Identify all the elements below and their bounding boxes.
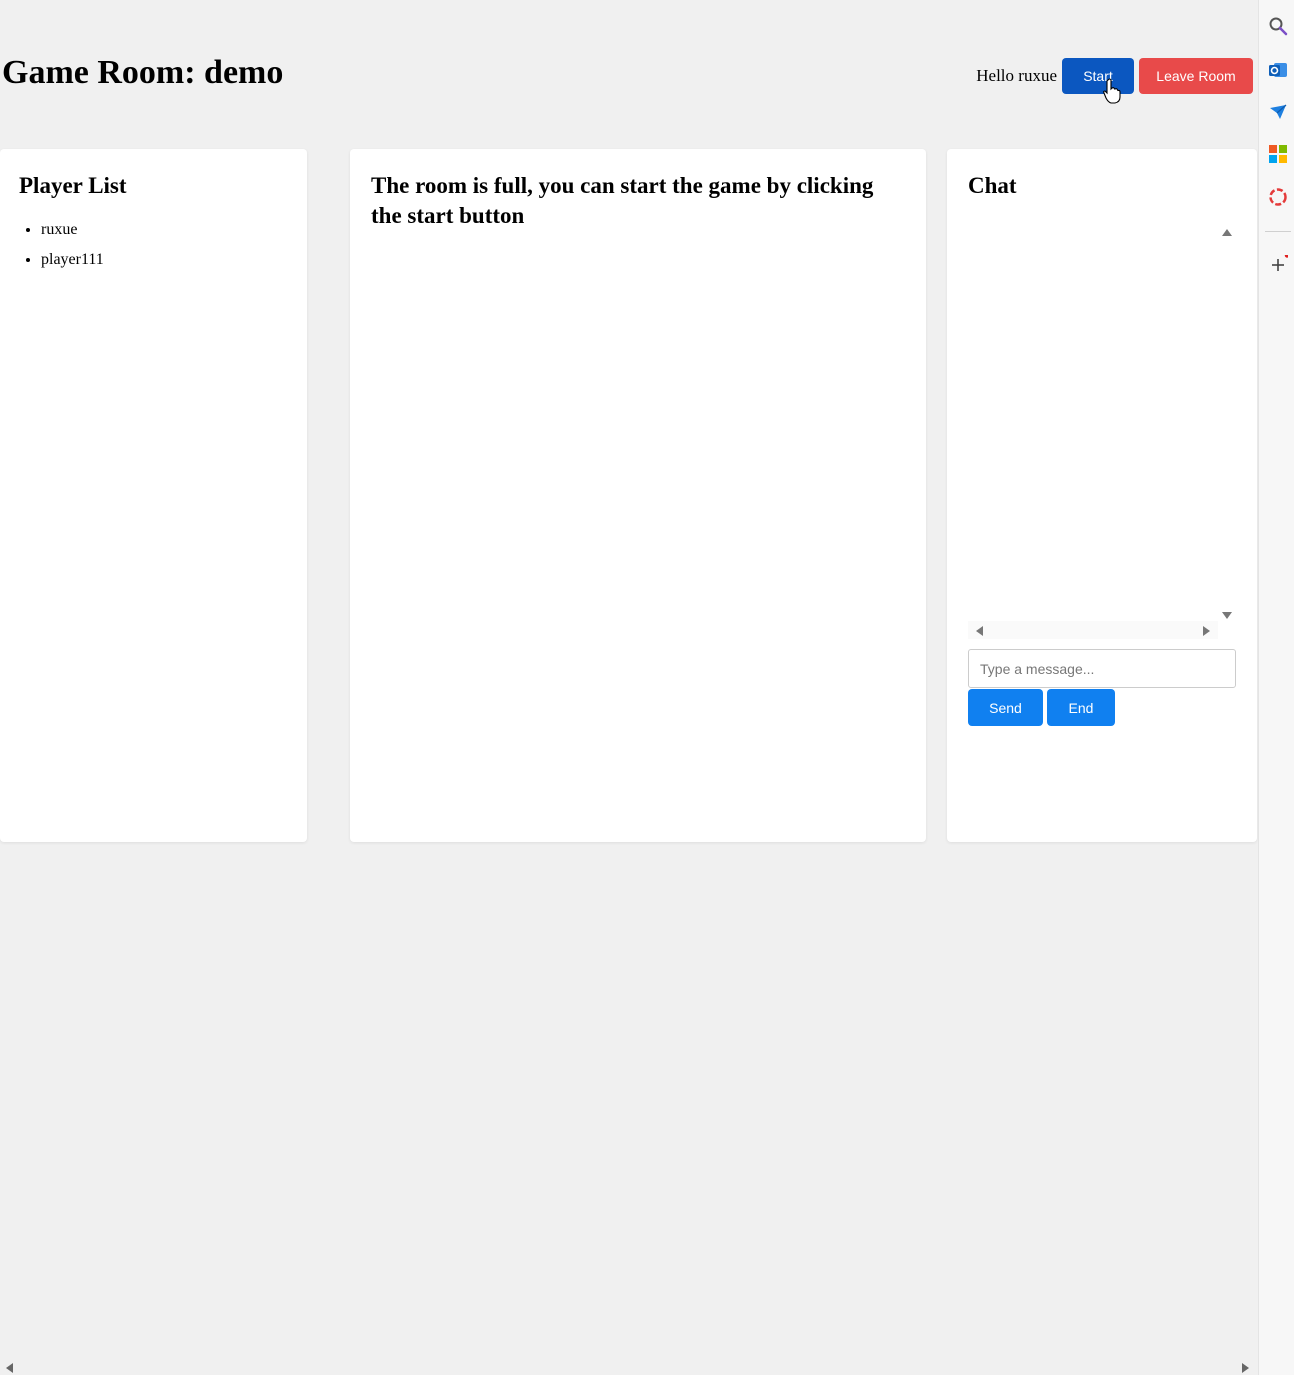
chat-horizontal-scrollbar[interactable] — [968, 621, 1218, 639]
chat-heading: Chat — [968, 173, 1017, 198]
player-list-panel: Player List ruxue player111 — [0, 149, 307, 842]
page-horizontal-scrollbar[interactable] — [0, 1359, 1257, 1375]
browser-sidebar — [1258, 0, 1294, 1375]
page-scroll-right-arrow-icon[interactable] — [1242, 1363, 1249, 1373]
end-button[interactable]: End — [1047, 689, 1115, 726]
chat-panel: Chat Send End — [947, 149, 1257, 842]
chat-messages-area[interactable] — [968, 225, 1236, 645]
circle-app-icon[interactable] — [1268, 187, 1288, 207]
scroll-right-arrow-icon[interactable] — [1203, 626, 1210, 636]
start-button[interactable]: Start — [1062, 58, 1134, 94]
scroll-down-arrow-icon[interactable] — [1222, 612, 1232, 619]
chat-actions: Send End — [968, 689, 1115, 726]
send-button[interactable]: Send — [968, 689, 1043, 726]
scroll-left-arrow-icon[interactable] — [976, 626, 983, 636]
chat-message-input[interactable] — [968, 649, 1236, 688]
leave-room-button[interactable]: Leave Room — [1139, 58, 1253, 94]
send-icon[interactable] — [1268, 102, 1288, 122]
page-scroll-left-arrow-icon[interactable] — [6, 1363, 13, 1373]
player-list: ruxue player111 — [19, 215, 288, 275]
game-room-page: Game Room: demo Hello ruxue Start Leave … — [0, 0, 1257, 1375]
office-icon[interactable] — [1268, 144, 1288, 164]
player-item: ruxue — [41, 215, 288, 245]
player-item: player111 — [41, 245, 288, 275]
header-actions: Hello ruxue Start Leave Room — [976, 58, 1253, 94]
greeting-text: Hello ruxue — [976, 66, 1057, 85]
game-panel: The room is full, you can start the game… — [350, 149, 926, 842]
scroll-up-arrow-icon[interactable] — [1222, 229, 1232, 236]
outlook-icon[interactable] — [1268, 60, 1288, 80]
add-icon[interactable] — [1268, 255, 1288, 275]
page-title: Game Room: demo — [2, 54, 284, 91]
chat-vertical-scrollbar[interactable] — [1218, 225, 1236, 621]
sidebar-divider — [1265, 231, 1291, 232]
game-status-message: The room is full, you can start the game… — [371, 173, 874, 228]
search-icon[interactable] — [1268, 16, 1288, 36]
player-list-heading: Player List — [19, 173, 127, 198]
